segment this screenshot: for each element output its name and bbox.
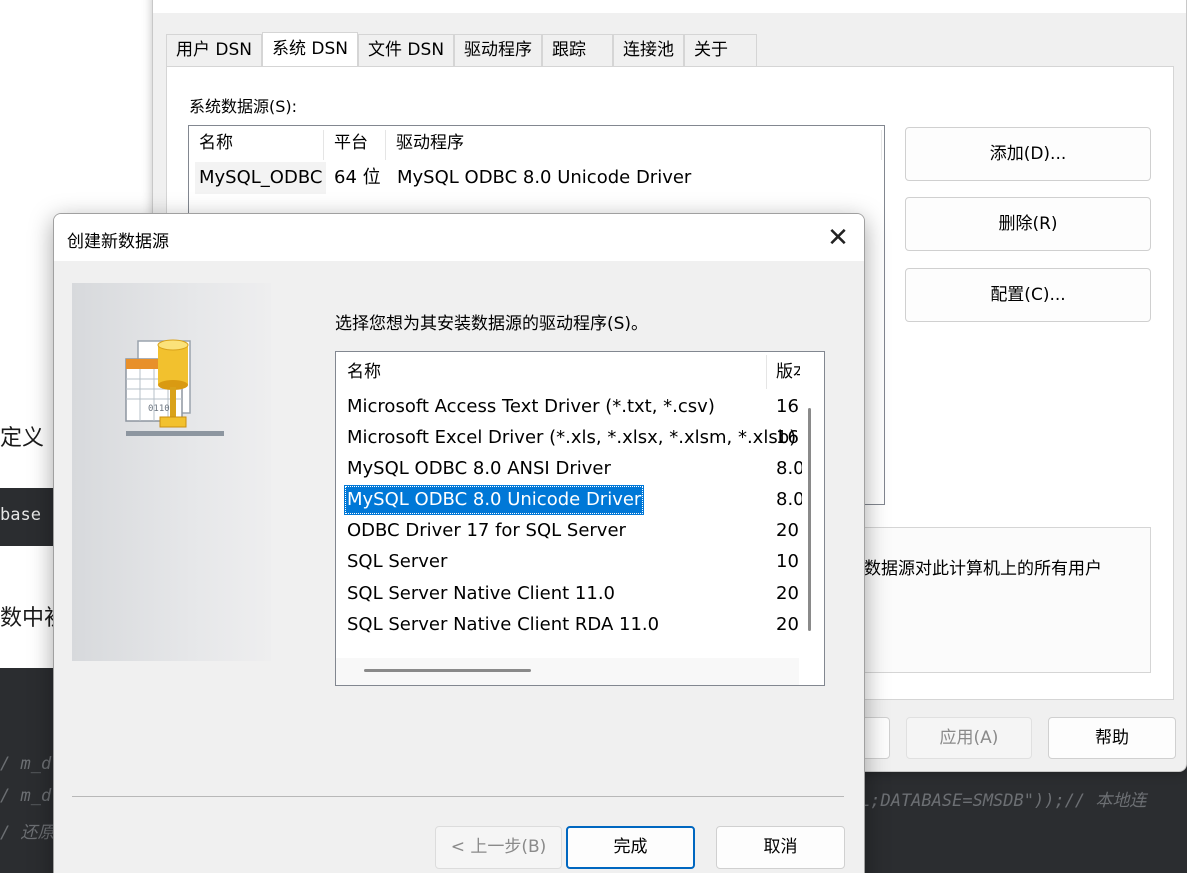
apply-button[interactable]: 应用(A) [906, 717, 1032, 759]
driver-version: 10 [776, 551, 799, 572]
horizontal-scrollbar[interactable] [364, 669, 531, 672]
dsn-row-driver: MySQL ODBC 8.0 Unicode Driver [397, 167, 692, 188]
driver-col-name[interactable]: 名称 [347, 352, 381, 392]
vertical-scrollbar[interactable] [808, 408, 811, 631]
tab-file-dsn[interactable]: 文件 DSN [358, 34, 455, 66]
dsn-row-name: MySQL_ODBC [195, 162, 327, 194]
configure-button[interactable]: 配置(C)... [905, 268, 1151, 322]
driver-version: 20 [776, 583, 799, 604]
driver-version: 20 [776, 520, 799, 541]
list-item-selected[interactable]: MySQL ODBC 8.0 Unicode Driver [344, 485, 645, 515]
list-item[interactable]: SQL Server Native Client 11.0 [344, 579, 618, 609]
add-button[interactable]: 添加(D)... [905, 127, 1151, 181]
tab-system-dsn[interactable]: 系统 DSN [262, 32, 359, 66]
dsn-info-text: 数据源对此计算机上的所有用户 [864, 559, 1102, 579]
tab-about[interactable]: 关于 [684, 34, 758, 66]
list-item[interactable]: Microsoft Access Text Driver (*.txt, *.c… [344, 392, 718, 422]
driver-prompt: 选择您想为其安装数据源的驱动程序(S)。 [335, 314, 649, 334]
driver-version: 16 [776, 427, 799, 448]
tab-user-dsn[interactable]: 用户 DSN [166, 34, 263, 66]
tab-drivers[interactable]: 驱动程序 [454, 34, 543, 66]
wizard-side-panel: 0110 [72, 283, 271, 661]
svg-text:0110: 0110 [148, 404, 170, 414]
close-icon[interactable]: ✕ [814, 218, 862, 258]
remove-button[interactable]: 删除(R) [905, 197, 1151, 251]
odbc-titlebar [153, 0, 1186, 13]
driver-list[interactable]: 名称 版本 Microsoft Access Text Driver (*.tx… [335, 351, 825, 686]
help-button[interactable]: 帮助 [1048, 717, 1176, 759]
driver-col-separator [766, 355, 767, 389]
driver-version: 8.0 [776, 489, 802, 510]
driver-version: 8.0 [776, 458, 802, 479]
bg-code-connection-fragment: L;DATABASE=SMSDB"));// 本地连 [860, 791, 1147, 811]
driver-col-version[interactable]: 版本 [776, 352, 800, 392]
odbc-tab-strip: 用户 DSN 系统 DSN 文件 DSN 驱动程序 跟踪 连接池 关于 [166, 32, 758, 66]
dsn-col-separator [881, 130, 882, 160]
system-dsn-label: 系统数据源(S): [189, 97, 298, 116]
dsn-col-platform[interactable]: 平台 [324, 126, 368, 160]
bg-code-chip-text: base [0, 505, 41, 525]
list-item[interactable]: ODBC Driver 17 for SQL Server [344, 516, 629, 546]
cancel-button[interactable]: 取消 [716, 826, 845, 869]
dsn-row-platform: 64 位 [334, 167, 381, 188]
database-network-icon: 0110 [125, 339, 224, 436]
dialog-divider [72, 796, 844, 797]
bg-code-line-1: / m_d [0, 754, 52, 774]
dsn-info-box: 数据源对此计算机上的所有用户 [843, 527, 1151, 673]
bg-code-chip: base [0, 488, 60, 546]
list-item[interactable]: SQL Server Native Client RDA 11.0 [344, 610, 662, 640]
driver-version: 20 [776, 614, 799, 635]
finish-button[interactable]: 完成 [566, 826, 695, 869]
tab-connection-pooling[interactable]: 连接池 [613, 34, 685, 66]
bg-code-line-3: / 还原 [0, 823, 55, 843]
bg-text-definition: 定义 [0, 426, 45, 451]
create-data-source-dialog: 创建新数据源 ✕ 0110 选择您想为其安装数据源的驱动程序(S)。 名称 版 … [53, 213, 865, 873]
tab-tracing[interactable]: 跟踪 [542, 34, 614, 66]
driver-version: 16 [776, 396, 799, 417]
dsn-col-driver[interactable]: 驱动程序 [386, 126, 464, 160]
bg-code-line-2: / m_d [0, 786, 52, 806]
dialog-title: 创建新数据源 [67, 232, 169, 252]
list-item[interactable]: Microsoft Excel Driver (*.xls, *.xlsx, *… [344, 423, 799, 453]
dialog-titlebar: 创建新数据源 ✕ [54, 214, 864, 261]
list-item[interactable]: SQL Server [344, 547, 450, 577]
list-item[interactable]: MySQL ODBC 8.0 ANSI Driver [344, 454, 614, 484]
dsn-col-name[interactable]: 名称 [189, 126, 233, 160]
back-button[interactable]: < 上一步(B) [435, 826, 562, 869]
